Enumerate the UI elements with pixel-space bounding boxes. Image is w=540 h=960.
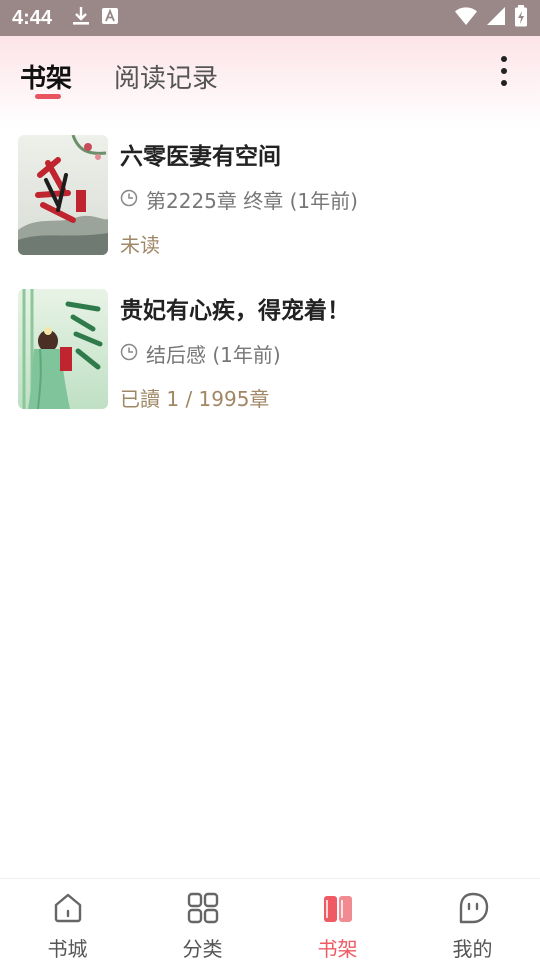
- tab-reading-history[interactable]: 阅读记录: [114, 58, 218, 95]
- bookshelf-icon: [321, 891, 355, 929]
- nav-item-bookshelf[interactable]: 书架: [270, 879, 405, 960]
- grid-icon: [186, 891, 220, 929]
- book-title: 贵妃有心疾，得宠着！: [120, 298, 350, 324]
- nav-label: 分类: [182, 937, 223, 960]
- reading-progress: 已讀 1 / 1995章: [120, 387, 270, 411]
- nav-label: 书架: [317, 937, 358, 960]
- book-cover[interactable]: [18, 289, 108, 409]
- bottom-nav: 书城 分类 书架 我的: [0, 878, 540, 960]
- profile-face-icon: [456, 891, 490, 929]
- book-list-item[interactable]: 六零医妻有空间 第2225章 终章 (1年前) 未读: [18, 135, 522, 257]
- book-latest-chapter: 结后感 (1年前): [120, 339, 281, 368]
- nav-label: 我的: [452, 937, 493, 960]
- more-vertical-icon[interactable]: [494, 54, 514, 88]
- nav-item-category[interactable]: 分类: [135, 879, 270, 960]
- nav-label: 书城: [47, 937, 88, 960]
- wifi-icon: [454, 6, 478, 30]
- book-latest-chapter: 第2225章 终章 (1年前): [120, 185, 358, 214]
- battery-icon: [514, 5, 528, 31]
- nav-item-profile[interactable]: 我的: [405, 879, 540, 960]
- active-tab-indicator: [35, 94, 61, 99]
- reading-progress: 未读: [120, 233, 160, 257]
- status-time: 4:44: [12, 6, 53, 29]
- book-title: 六零医妻有空间: [120, 144, 281, 170]
- book-list-item[interactable]: 贵妃有心疾，得宠着！ 结后感 (1年前) 已讀 1 / 1995章: [18, 289, 522, 411]
- book-cover[interactable]: [18, 135, 108, 255]
- clock-icon: [120, 342, 138, 366]
- chapter-text: 第2225章 终章 (1年前): [146, 189, 358, 213]
- download-icon: [72, 6, 90, 30]
- header: 书架 阅读记录: [0, 36, 540, 128]
- nav-item-bookstore[interactable]: 书城: [0, 879, 135, 960]
- tab-bookshelf[interactable]: 书架: [20, 58, 72, 95]
- clock-icon: [120, 188, 138, 212]
- chapter-text: 结后感 (1年前): [146, 343, 281, 367]
- signal-icon: [486, 6, 506, 30]
- home-icon: [51, 891, 85, 929]
- a-badge-icon: [102, 8, 119, 28]
- status-bar: 4:44: [0, 0, 540, 36]
